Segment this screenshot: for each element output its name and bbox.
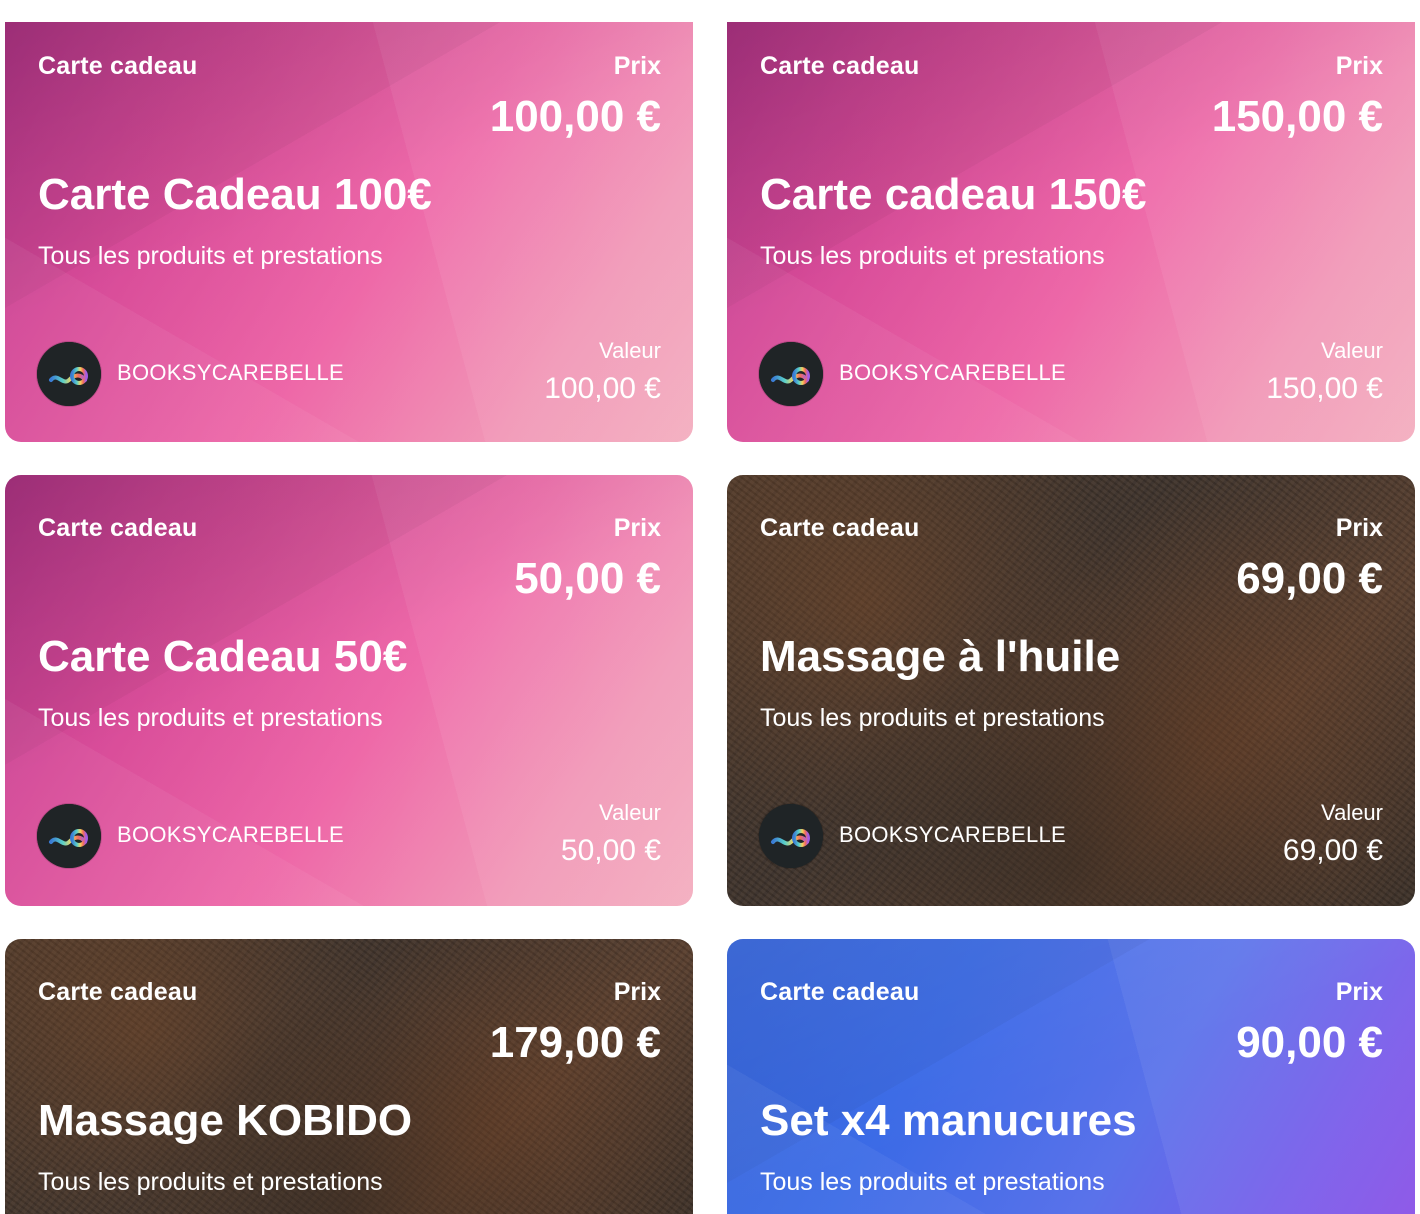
value-label: Valeur <box>599 800 661 825</box>
card-type-label: Carte cadeau <box>760 978 920 1006</box>
price-label: Prix <box>1335 514 1383 542</box>
merchant-name: BOOKSYCAREBELLE <box>117 360 345 385</box>
card-title: Massage à l'huile <box>760 632 1121 681</box>
card-title: Carte cadeau 150€ <box>760 170 1147 219</box>
card-title: Set x4 manucures <box>760 1096 1137 1145</box>
value-amount: 50,00 € <box>560 834 661 867</box>
price-amount: 179,00 € <box>489 1018 661 1067</box>
value-amount: 69,00 € <box>1282 834 1383 867</box>
card-description: Tous les produits et prestations <box>760 1168 1105 1196</box>
card-title: Carte Cadeau 100€ <box>38 170 432 219</box>
gift-card-massage-kobido[interactable]: Carte cadeau Prix 179,00 € Massage KOBID… <box>5 939 693 1214</box>
price-label: Prix <box>613 978 661 1006</box>
price-amount: 69,00 € <box>1236 554 1383 603</box>
price-amount: 50,00 € <box>514 554 661 603</box>
value-label: Valeur <box>1321 800 1383 825</box>
card-description: Tous les produits et prestations <box>38 704 383 732</box>
merchant-name: BOOKSYCAREBELLE <box>839 360 1067 385</box>
price-label: Prix <box>613 514 661 542</box>
value-amount: 100,00 € <box>544 372 661 405</box>
gift-card-100[interactable]: Carte cadeau Prix 100,00 € Carte Cadeau … <box>5 22 693 442</box>
card-type-label: Carte cadeau <box>760 52 920 80</box>
card-type-label: Carte cadeau <box>38 52 198 80</box>
card-description: Tous les produits et prestations <box>760 704 1105 732</box>
card-description: Tous les produits et prestations <box>760 242 1105 270</box>
price-label: Prix <box>613 52 661 80</box>
card-type-label: Carte cadeau <box>38 978 198 1006</box>
booksy-b-logo-icon <box>37 342 101 406</box>
price-amount: 150,00 € <box>1211 92 1383 141</box>
merchant-name: BOOKSYCAREBELLE <box>839 822 1067 847</box>
booksy-b-logo-icon <box>759 804 823 868</box>
value-label: Valeur <box>599 338 661 363</box>
price-label: Prix <box>1335 978 1383 1006</box>
price-amount: 90,00 € <box>1236 1018 1383 1067</box>
value-amount: 150,00 € <box>1266 372 1383 405</box>
gift-card-50[interactable]: Carte cadeau Prix 50,00 € Carte Cadeau 5… <box>5 475 693 906</box>
card-type-label: Carte cadeau <box>38 514 198 542</box>
card-description: Tous les produits et prestations <box>38 1168 383 1196</box>
card-title: Carte Cadeau 50€ <box>38 632 408 681</box>
gift-card-grid: Carte cadeau Prix 100,00 € Carte Cadeau … <box>0 0 1420 1214</box>
gift-card-150[interactable]: Carte cadeau Prix 150,00 € Carte cadeau … <box>727 22 1415 442</box>
gift-card-massage-huile[interactable]: Carte cadeau Prix 69,00 € Massage à l'hu… <box>727 475 1415 906</box>
booksy-b-logo-icon <box>759 342 823 406</box>
card-description: Tous les produits et prestations <box>38 242 383 270</box>
price-amount: 100,00 € <box>489 92 661 141</box>
value-label: Valeur <box>1321 338 1383 363</box>
card-title: Massage KOBIDO <box>38 1096 413 1145</box>
gift-card-set-manucures[interactable]: Carte cadeau Prix 90,00 € Set x4 manucur… <box>727 939 1415 1214</box>
booksy-b-logo-icon <box>37 804 101 868</box>
price-label: Prix <box>1335 52 1383 80</box>
card-type-label: Carte cadeau <box>760 514 920 542</box>
merchant-name: BOOKSYCAREBELLE <box>117 822 345 847</box>
